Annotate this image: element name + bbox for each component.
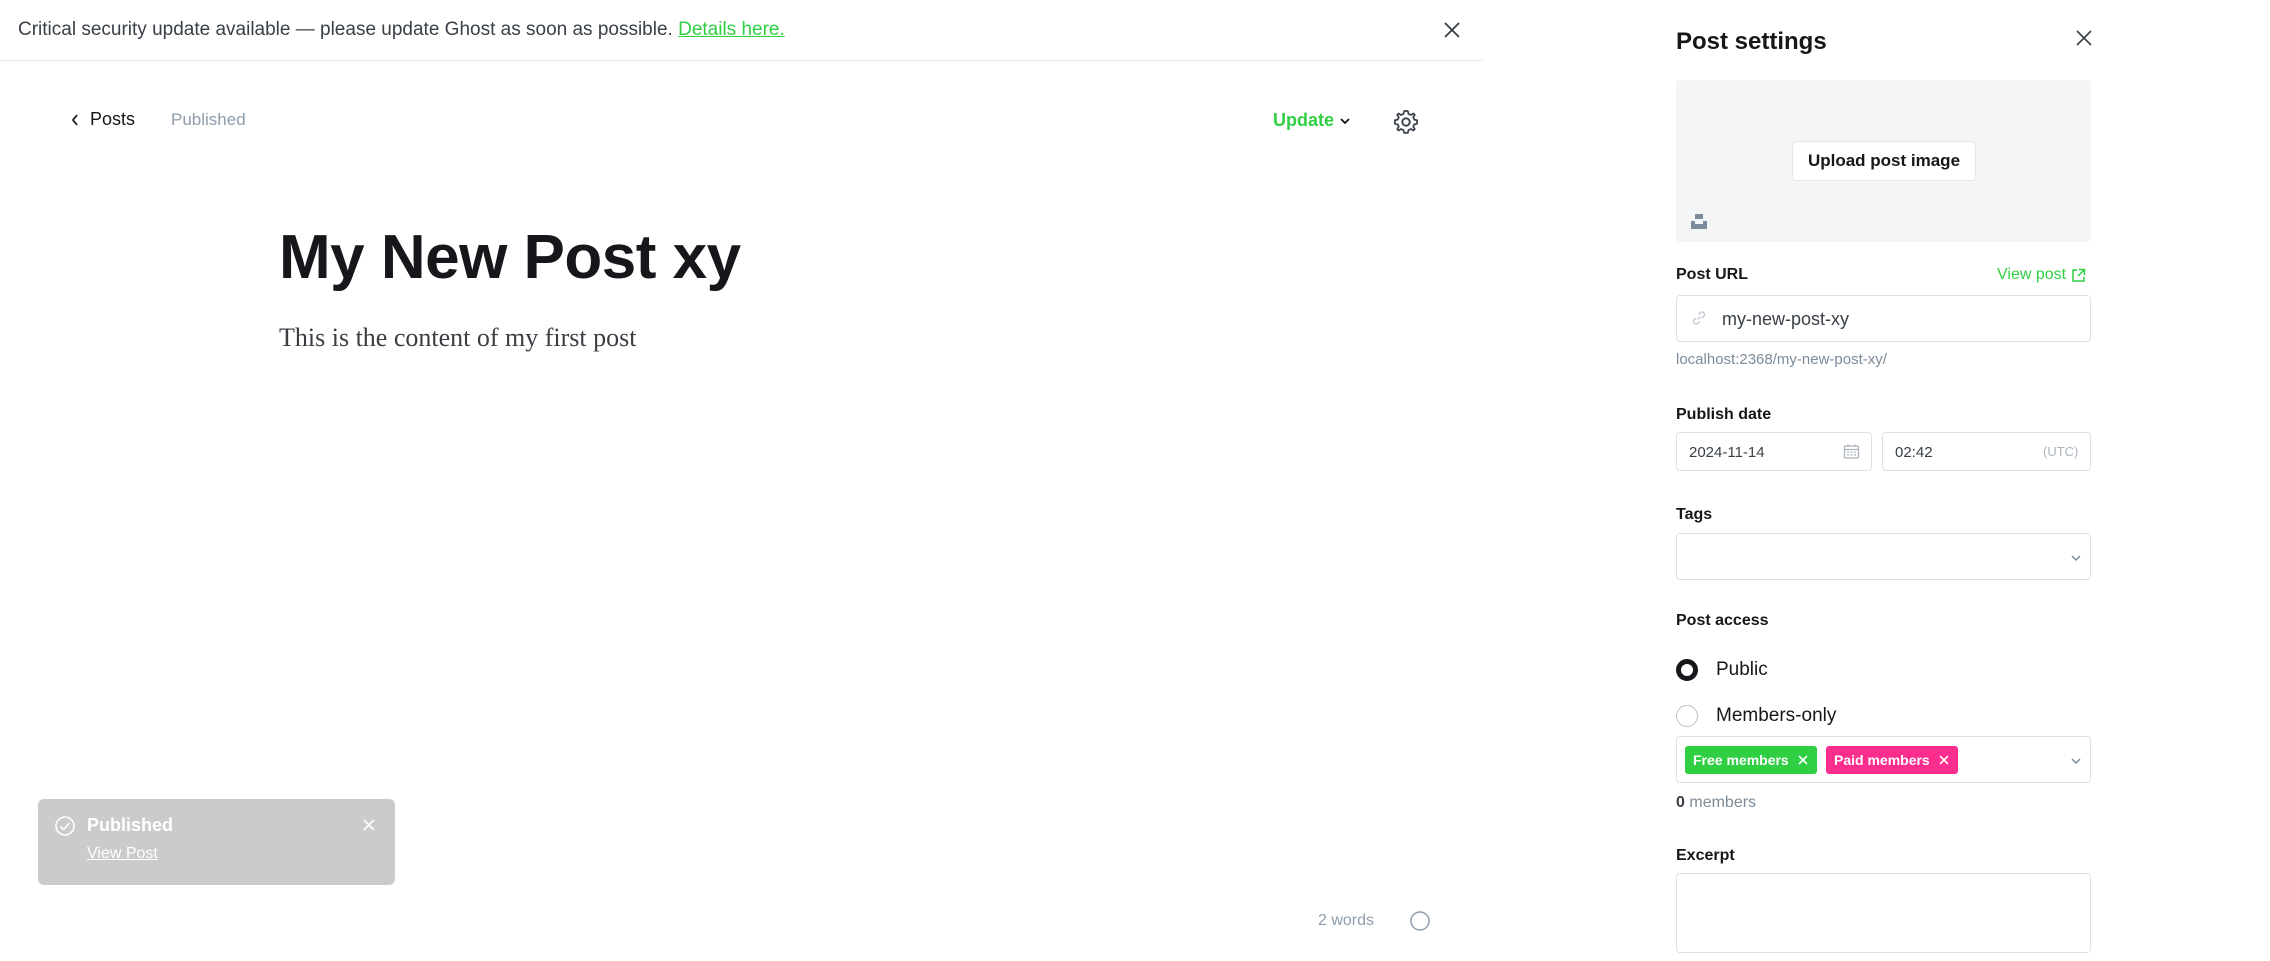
external-link-icon <box>2072 268 2086 282</box>
published-toast: Published View Post <box>38 799 395 885</box>
radio-members-only[interactable] <box>1676 705 1698 727</box>
publish-time-input[interactable] <box>1893 433 2017 472</box>
help-icon[interactable] <box>1409 910 1431 932</box>
close-icon[interactable] <box>2072 26 2096 50</box>
unsplash-icon[interactable] <box>1690 212 1708 230</box>
timezone-label: (UTC) <box>2043 444 2079 459</box>
chevron-down-icon <box>2071 555 2081 562</box>
publish-date-label: Publish date <box>1676 406 1772 423</box>
post-url-label: Post URL <box>1676 266 1748 283</box>
check-circle-icon <box>55 816 75 836</box>
access-option-label: Public <box>1716 659 1768 680</box>
close-icon[interactable] <box>360 816 378 834</box>
tier-label: Paid members <box>1834 752 1930 768</box>
post-url-preview: localhost:2368/my-new-post-xy/ <box>1676 351 1887 368</box>
members-count: 0 members <box>1676 794 1756 812</box>
post-title[interactable]: My New Post xy <box>279 222 741 293</box>
publish-time-field: (UTC) <box>1882 432 2091 472</box>
update-label: Update <box>1273 110 1335 130</box>
back-to-posts-link[interactable]: Posts <box>70 109 135 130</box>
view-post-label: View post <box>1997 266 2067 283</box>
tier-tag-paid: Paid members <box>1826 746 1958 774</box>
chevron-down-icon <box>2071 758 2081 765</box>
tier-label: Free members <box>1693 752 1789 768</box>
close-icon[interactable] <box>1938 754 1950 766</box>
tags-select[interactable] <box>1676 533 2091 580</box>
chevron-left-icon <box>71 113 78 126</box>
upload-post-image-button[interactable]: Upload post image <box>1792 141 1976 181</box>
post-url-field <box>1676 295 2091 343</box>
post-body[interactable]: This is the content of my first post <box>279 323 636 353</box>
access-option-label: Members-only <box>1716 705 1837 726</box>
gear-icon[interactable] <box>1392 108 1420 136</box>
members-count-number: 0 <box>1676 794 1685 811</box>
excerpt-label: Excerpt <box>1676 847 1735 864</box>
post-url-input[interactable] <box>1720 296 2084 343</box>
security-banner: Critical security update available — ple… <box>0 0 1483 61</box>
banner-details-link[interactable]: Details here. <box>678 19 785 40</box>
banner-text: Critical security update available — ple… <box>18 19 785 41</box>
access-option-members-only[interactable]: Members-only <box>1676 705 1836 727</box>
post-status: Published <box>171 110 246 129</box>
link-icon <box>1692 311 1706 325</box>
excerpt-field <box>1676 873 2094 956</box>
update-button[interactable]: Update <box>1273 110 1352 131</box>
banner-message: Critical security update available — ple… <box>18 19 673 40</box>
publish-date-input[interactable] <box>1687 433 1831 472</box>
tiers-select[interactable]: Free members Paid members <box>1676 736 2091 783</box>
back-label: Posts <box>90 109 136 129</box>
excerpt-input[interactable] <box>1677 874 2094 956</box>
view-post-link[interactable]: View post <box>1997 266 2086 284</box>
tier-tag-free: Free members <box>1685 746 1817 774</box>
access-option-public[interactable]: Public <box>1676 659 1768 681</box>
radio-public[interactable] <box>1676 659 1698 681</box>
tags-label: Tags <box>1676 506 1713 523</box>
word-count: 2 words <box>1318 912 1375 929</box>
post-access-label: Post access <box>1676 612 1769 629</box>
toast-view-post-link[interactable]: View Post <box>87 845 158 863</box>
chevron-down-icon <box>1340 117 1350 124</box>
close-icon[interactable] <box>1440 18 1464 42</box>
members-count-suffix: members <box>1689 794 1757 811</box>
close-icon[interactable] <box>1797 754 1809 766</box>
publish-date-field <box>1676 432 1872 472</box>
calendar-icon[interactable] <box>1843 443 1860 460</box>
panel-title: Post settings <box>1676 28 1827 55</box>
toast-title: Published <box>87 815 174 835</box>
